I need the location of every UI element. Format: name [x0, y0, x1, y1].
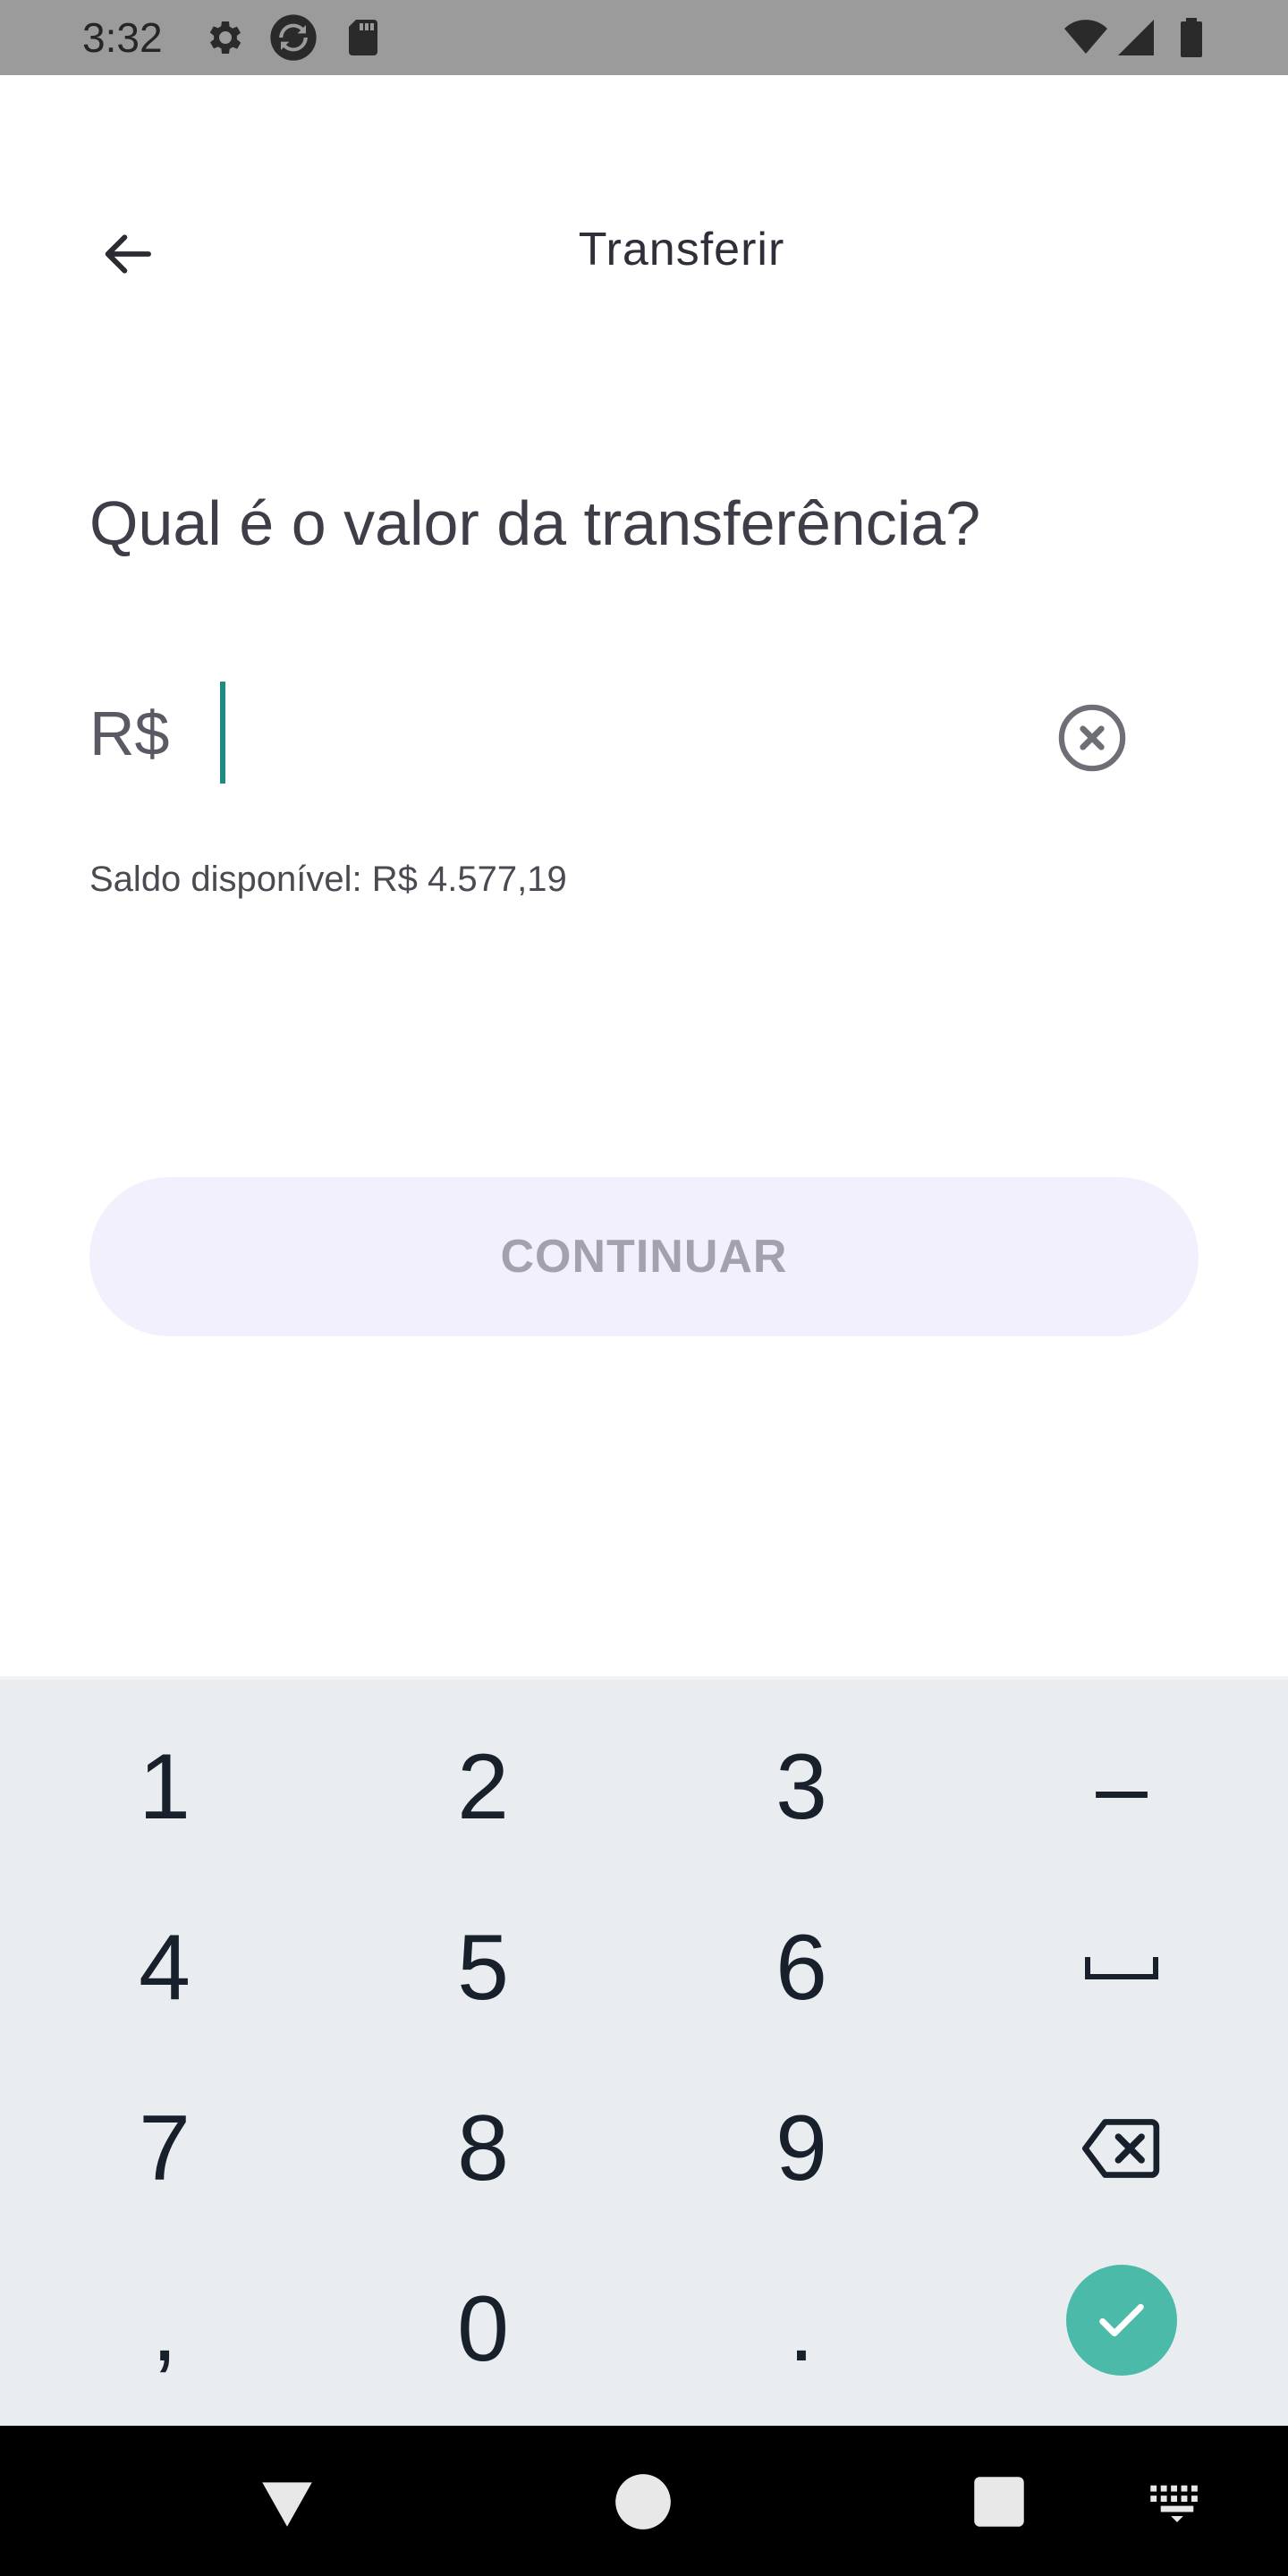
key-5[interactable]: 5	[349, 1878, 617, 2057]
key-2[interactable]: 2	[349, 1698, 617, 1877]
key-1[interactable]: 1	[30, 1698, 299, 1877]
available-balance: Saldo disponível: R$ 4.577,19	[89, 860, 567, 899]
key-minus[interactable]: –	[987, 1698, 1256, 1877]
key-7[interactable]: 7	[30, 2059, 299, 2238]
system-navigation-bar	[0, 2426, 1288, 2576]
signal-icon	[1114, 16, 1157, 59]
key-4[interactable]: 4	[30, 1878, 299, 2057]
key-6[interactable]: 6	[667, 1878, 936, 2057]
settings-icon	[202, 16, 245, 59]
amount-input[interactable]	[215, 682, 1020, 787]
keyboard-icon	[1150, 2485, 1198, 2522]
home-circle-icon	[615, 2474, 671, 2529]
numeric-keypad: 1 2 3 – 4 5 6 7 8 9 , 0 .	[0, 1676, 1288, 2426]
battery-icon	[1174, 16, 1209, 59]
text-cursor	[220, 682, 225, 784]
backspace-icon	[1081, 2119, 1160, 2178]
amount-question: Qual é o valor da transferência?	[89, 488, 981, 558]
wifi-icon	[1061, 16, 1111, 59]
key-comma[interactable]: ,	[30, 2240, 299, 2419]
key-8[interactable]: 8	[349, 2059, 617, 2238]
nav-recents-button[interactable]	[966, 2469, 1032, 2535]
back-triangle-icon	[262, 2482, 312, 2527]
key-space[interactable]	[987, 1878, 1256, 2057]
key-9[interactable]: 9	[667, 2059, 936, 2238]
clear-circle-icon	[1058, 704, 1126, 772]
nav-home-button[interactable]	[610, 2469, 676, 2535]
sync-icon	[268, 13, 318, 63]
status-time: 3:32	[82, 14, 163, 61]
key-0[interactable]: 0	[349, 2240, 617, 2419]
done-button[interactable]	[1066, 2265, 1177, 2376]
key-backspace[interactable]	[987, 2059, 1256, 2238]
nav-keyboard-button[interactable]	[1148, 2469, 1206, 2535]
recents-square-icon	[974, 2477, 1024, 2527]
checkmark-icon	[1099, 2303, 1144, 2337]
key-period[interactable]: .	[667, 2240, 936, 2419]
space-icon	[1085, 1957, 1158, 1979]
continue-button[interactable]: CONTINUAR	[89, 1177, 1199, 1336]
nav-back-button[interactable]	[254, 2469, 320, 2535]
app-bar: Transferir	[0, 75, 1288, 429]
amount-field[interactable]: R$	[89, 665, 1145, 800]
status-bar: 3:32	[0, 0, 1288, 75]
page-title: Transferir	[578, 224, 785, 275]
sd-card-icon	[342, 16, 385, 59]
currency-prefix: R$	[89, 699, 170, 768]
key-3[interactable]: 3	[667, 1698, 936, 1877]
clear-button[interactable]	[1055, 701, 1129, 775]
